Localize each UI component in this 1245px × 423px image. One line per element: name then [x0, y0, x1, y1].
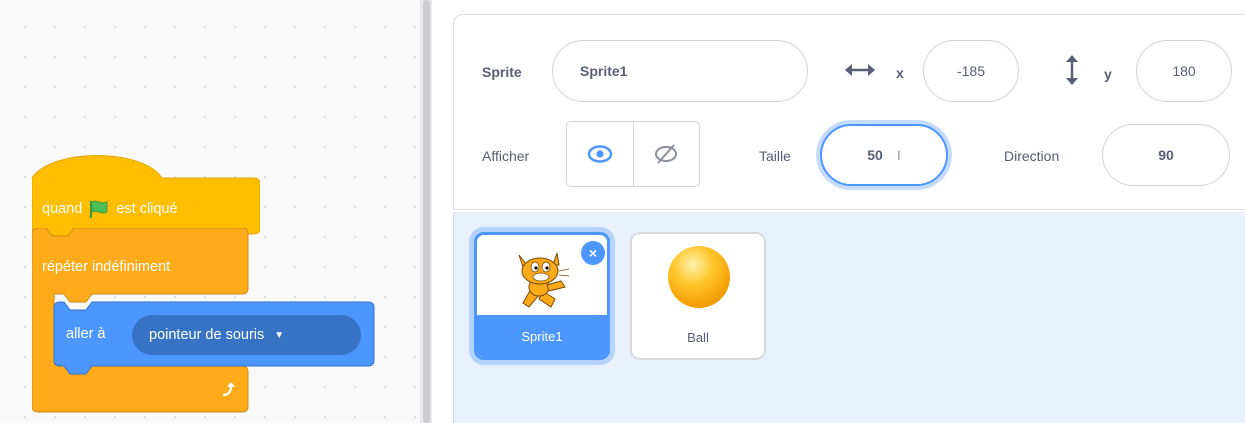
goto-label: aller à — [66, 326, 106, 342]
green-flag-icon — [90, 200, 108, 218]
hat-suffix-text: est cliqué — [116, 201, 178, 217]
x-axis-arrows-icon — [845, 64, 875, 76]
when-flag-clicked-block[interactable] — [32, 148, 260, 238]
when-flag-clicked-label: quand est cliqué — [42, 199, 178, 219]
scratch-editor: quand est cliqué répéter indéfiniment al… — [0, 0, 1245, 423]
direction-label: Direction — [1004, 148, 1060, 164]
sprite-name-input[interactable]: Sprite1 — [552, 40, 808, 102]
delete-sprite-button[interactable]: × — [581, 241, 605, 265]
direction-value: 90 — [1158, 147, 1174, 163]
direction-input[interactable]: 90 — [1102, 124, 1230, 186]
y-input[interactable]: 180 — [1136, 40, 1232, 102]
loop-arrow-icon — [222, 382, 235, 397]
eye-icon — [587, 145, 612, 163]
eye-hidden-icon — [655, 144, 678, 164]
forever-label: répéter indéfiniment — [42, 259, 171, 275]
size-input[interactable]: 50 I — [820, 124, 948, 186]
sprite-name-label: Sprite — [482, 64, 522, 80]
visibility-toggle — [566, 121, 700, 187]
x-value: -185 — [956, 63, 986, 79]
hide-sprite-button[interactable] — [632, 122, 700, 186]
size-label: Taille — [759, 148, 791, 164]
y-label: y — [1104, 66, 1112, 82]
y-axis-arrows-icon — [1066, 55, 1078, 85]
show-sprite-button[interactable] — [567, 122, 633, 186]
sprite-name-value: Sprite1 — [580, 63, 628, 79]
sprite-tile-name: Sprite1 — [477, 315, 607, 357]
sprite-tile-ball[interactable]: Ball — [630, 232, 766, 360]
close-icon: × — [588, 245, 598, 261]
cat-sprite-icon — [518, 252, 570, 308]
show-label: Afficher — [482, 148, 530, 164]
ball-sprite-icon — [668, 246, 730, 308]
size-value: 50 — [867, 147, 883, 163]
code-area[interactable]: quand est cliqué répéter indéfiniment al… — [0, 0, 420, 423]
goto-target-text: pointeur de souris — [149, 327, 265, 343]
x-input[interactable]: -185 — [923, 40, 1019, 102]
code-area-scrollbar[interactable] — [423, 0, 430, 423]
sprite-tile-name: Ball — [687, 329, 709, 345]
dropdown-caret-icon: ▼ — [274, 329, 285, 341]
text-cursor-icon: I — [896, 147, 901, 163]
goto-target-dropdown[interactable]: pointeur de souris ▼ — [132, 315, 361, 355]
y-value: 180 — [1172, 63, 1196, 79]
x-label: x — [896, 65, 904, 81]
hat-prefix-text: quand — [42, 201, 83, 217]
